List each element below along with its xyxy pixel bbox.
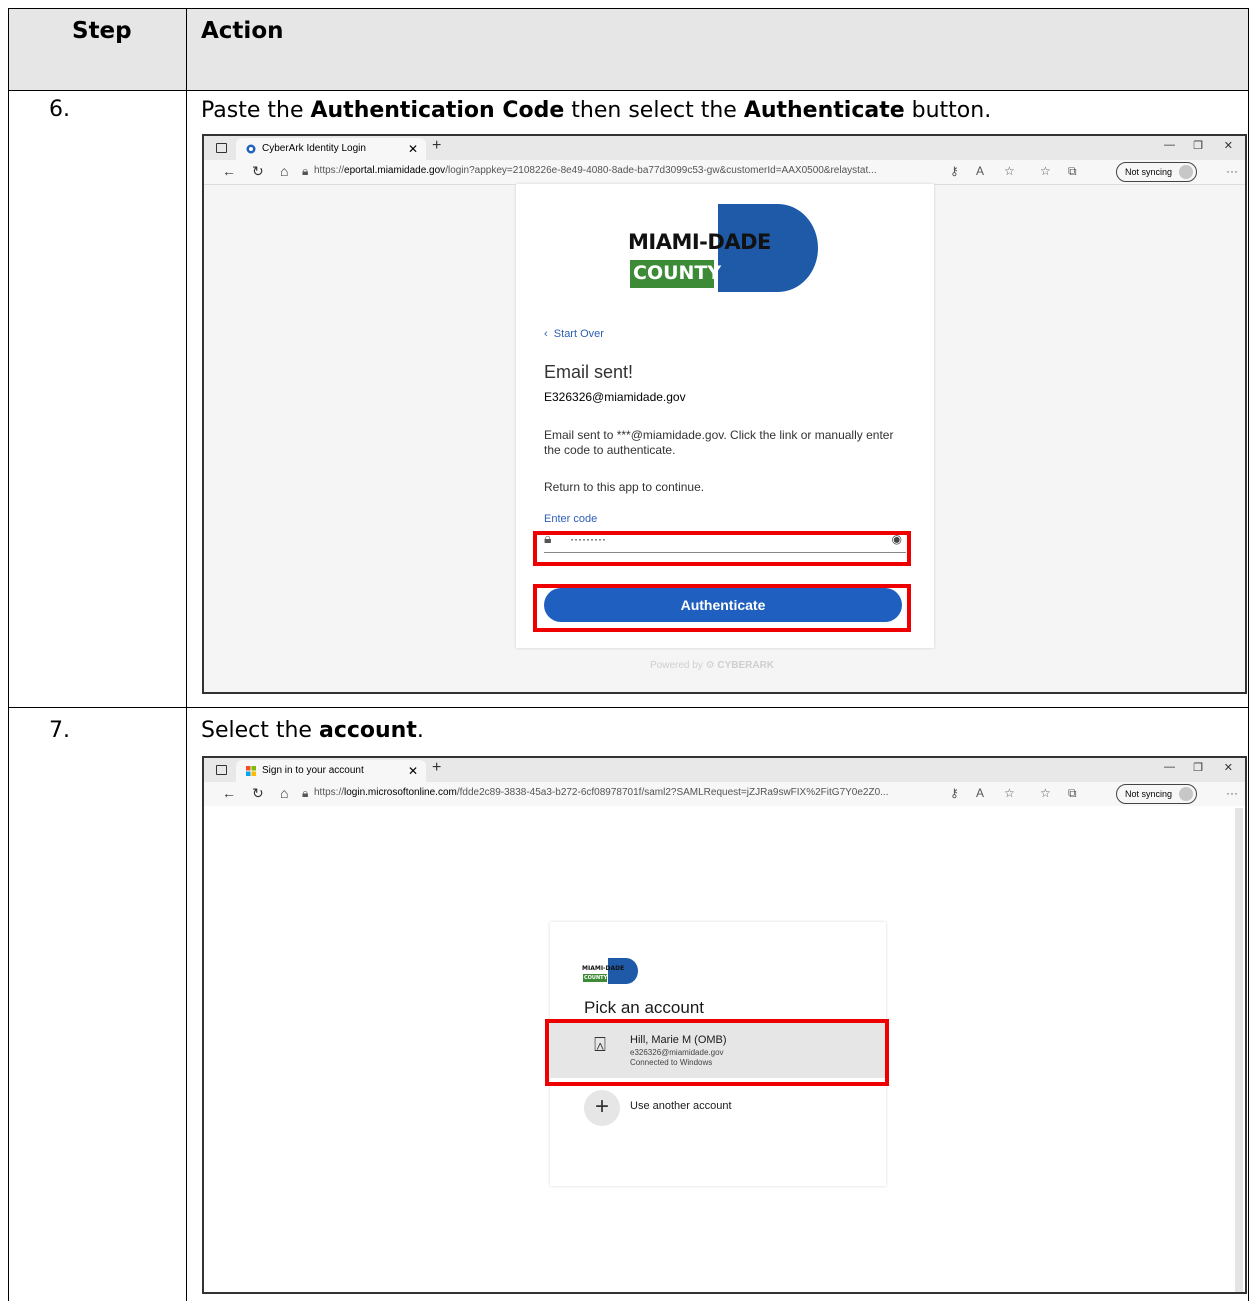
tab-bar: Sign in to your account ✕ + — ❐ ✕: [204, 758, 1245, 782]
url-field[interactable]: https://eportal.miamidade.gov/login?appk…: [314, 165, 877, 176]
account-option-highlight: [545, 1019, 889, 1086]
avatar: [1179, 165, 1194, 179]
back-icon[interactable]: ←: [222, 163, 236, 179]
powered-by-footer: Powered by ⚙ CYBERARK: [650, 660, 775, 671]
code-input-highlight: [533, 531, 911, 566]
add-account-icon: +: [584, 1090, 620, 1126]
back-icon[interactable]: ←: [222, 785, 236, 801]
more-options-icon[interactable]: ···: [1226, 786, 1238, 800]
authenticate-button-highlight: [533, 584, 911, 632]
restore-icon[interactable]: ❐: [1193, 761, 1203, 774]
favorites-icon[interactable]: ☆: [1040, 786, 1051, 800]
user-email: E326326@miamidade.gov: [544, 390, 686, 404]
key-icon[interactable]: ⚷: [950, 164, 959, 178]
collections-icon[interactable]: ⧉: [1068, 786, 1077, 801]
start-over-link[interactable]: ‹ Start Over: [544, 328, 604, 340]
action-column-header: Action: [201, 18, 284, 44]
miami-dade-logo-small: MIAMI-DADE COUNTY: [582, 958, 638, 984]
minimize-icon[interactable]: —: [1164, 761, 1175, 773]
step-number-7: 7.: [49, 718, 70, 743]
step-6-instruction: Paste the Authentication Code then selec…: [201, 98, 992, 123]
chevron-left-icon: ‹: [544, 328, 548, 340]
avatar: [1179, 787, 1194, 801]
use-another-account-label: Use another account: [630, 1100, 732, 1112]
favorites-icon[interactable]: ☆: [1040, 164, 1051, 178]
lock-icon: 🔒︎: [302, 786, 309, 800]
page-heading: Pick an account: [584, 998, 705, 1017]
logo-text-bottom: COUNTY: [584, 975, 608, 981]
read-aloud-icon[interactable]: A: [976, 786, 984, 800]
microsoft-favicon-icon: [246, 766, 256, 776]
browser-tab[interactable]: Sign in to your account ✕: [236, 760, 426, 782]
more-options-icon[interactable]: ···: [1226, 164, 1238, 178]
tab-title: Sign in to your account: [262, 765, 364, 776]
cyberark-favicon-icon: [246, 144, 256, 154]
tab-title: CyberArk Identity Login: [262, 143, 366, 154]
restore-icon[interactable]: ❐: [1193, 139, 1203, 152]
collections-icon[interactable]: ⧉: [1068, 164, 1077, 179]
miami-dade-logo: MIAMI-DADE COUNTY: [628, 204, 818, 292]
url-field[interactable]: https://login.microsoftonline.com/fdde2c…: [314, 787, 888, 798]
home-icon[interactable]: ⌂: [280, 163, 288, 179]
profile-sync-button[interactable]: Not syncing: [1116, 784, 1198, 804]
login-card: MIAMI-DADE COUNTY ‹ Start Over Email sen…: [516, 184, 934, 648]
lock-icon: 🔒︎: [302, 164, 309, 178]
add-favorite-icon[interactable]: ☆: [1004, 164, 1015, 178]
close-window-icon[interactable]: ✕: [1224, 761, 1233, 774]
refresh-icon[interactable]: ↻: [252, 163, 264, 180]
home-icon[interactable]: ⌂: [280, 785, 288, 801]
read-aloud-icon[interactable]: A: [976, 164, 984, 178]
key-icon[interactable]: ⚷: [950, 786, 959, 800]
code-label: Enter code: [544, 513, 598, 525]
step-7-instruction: Select the account.: [201, 718, 424, 743]
profile-sync-button[interactable]: Not syncing: [1116, 162, 1198, 182]
address-bar: ← ↻ ⌂ 🔒︎ https://login.microsoftonline.c…: [204, 782, 1245, 807]
scrollbar[interactable]: [1235, 808, 1243, 1292]
step-number-6: 6.: [49, 97, 70, 122]
email-message: Email sent to ***@miamidade.gov. Click t…: [544, 428, 894, 457]
tab-bar: CyberArk Identity Login ✕ + — ❐ ✕: [204, 136, 1245, 160]
address-bar: ← ↻ ⌂ 🔒︎ https://eportal.miamidade.gov/l…: [204, 160, 1245, 185]
step-column-header: Step: [72, 18, 132, 44]
new-tab-icon[interactable]: +: [432, 137, 441, 155]
minimize-icon[interactable]: —: [1164, 139, 1175, 151]
close-tab-icon[interactable]: ✕: [408, 760, 418, 782]
return-message: Return to this app to continue.: [544, 480, 705, 494]
browser-tab[interactable]: CyberArk Identity Login ✕: [236, 138, 426, 160]
close-tab-icon[interactable]: ✕: [408, 138, 418, 160]
tab-actions-icon[interactable]: [216, 765, 227, 775]
table-header: [8, 8, 1249, 90]
refresh-icon[interactable]: ↻: [252, 785, 264, 802]
logo-text-top: MIAMI-DADE: [628, 230, 771, 254]
page-heading: Email sent!: [544, 362, 634, 382]
logo-text-bottom: COUNTY: [633, 262, 722, 284]
new-tab-icon[interactable]: +: [432, 759, 441, 777]
close-window-icon[interactable]: ✕: [1224, 139, 1233, 152]
cyberark-logo-icon: ⚙: [705, 660, 715, 671]
add-favorite-icon[interactable]: ☆: [1004, 786, 1015, 800]
tab-actions-icon[interactable]: [216, 143, 227, 153]
use-another-account-option[interactable]: + Use another account: [550, 1088, 886, 1128]
logo-text-top: MIAMI-DADE: [582, 965, 625, 972]
instruction-table: Step Action 6. Paste the Authentication …: [0, 0, 1249, 1301]
